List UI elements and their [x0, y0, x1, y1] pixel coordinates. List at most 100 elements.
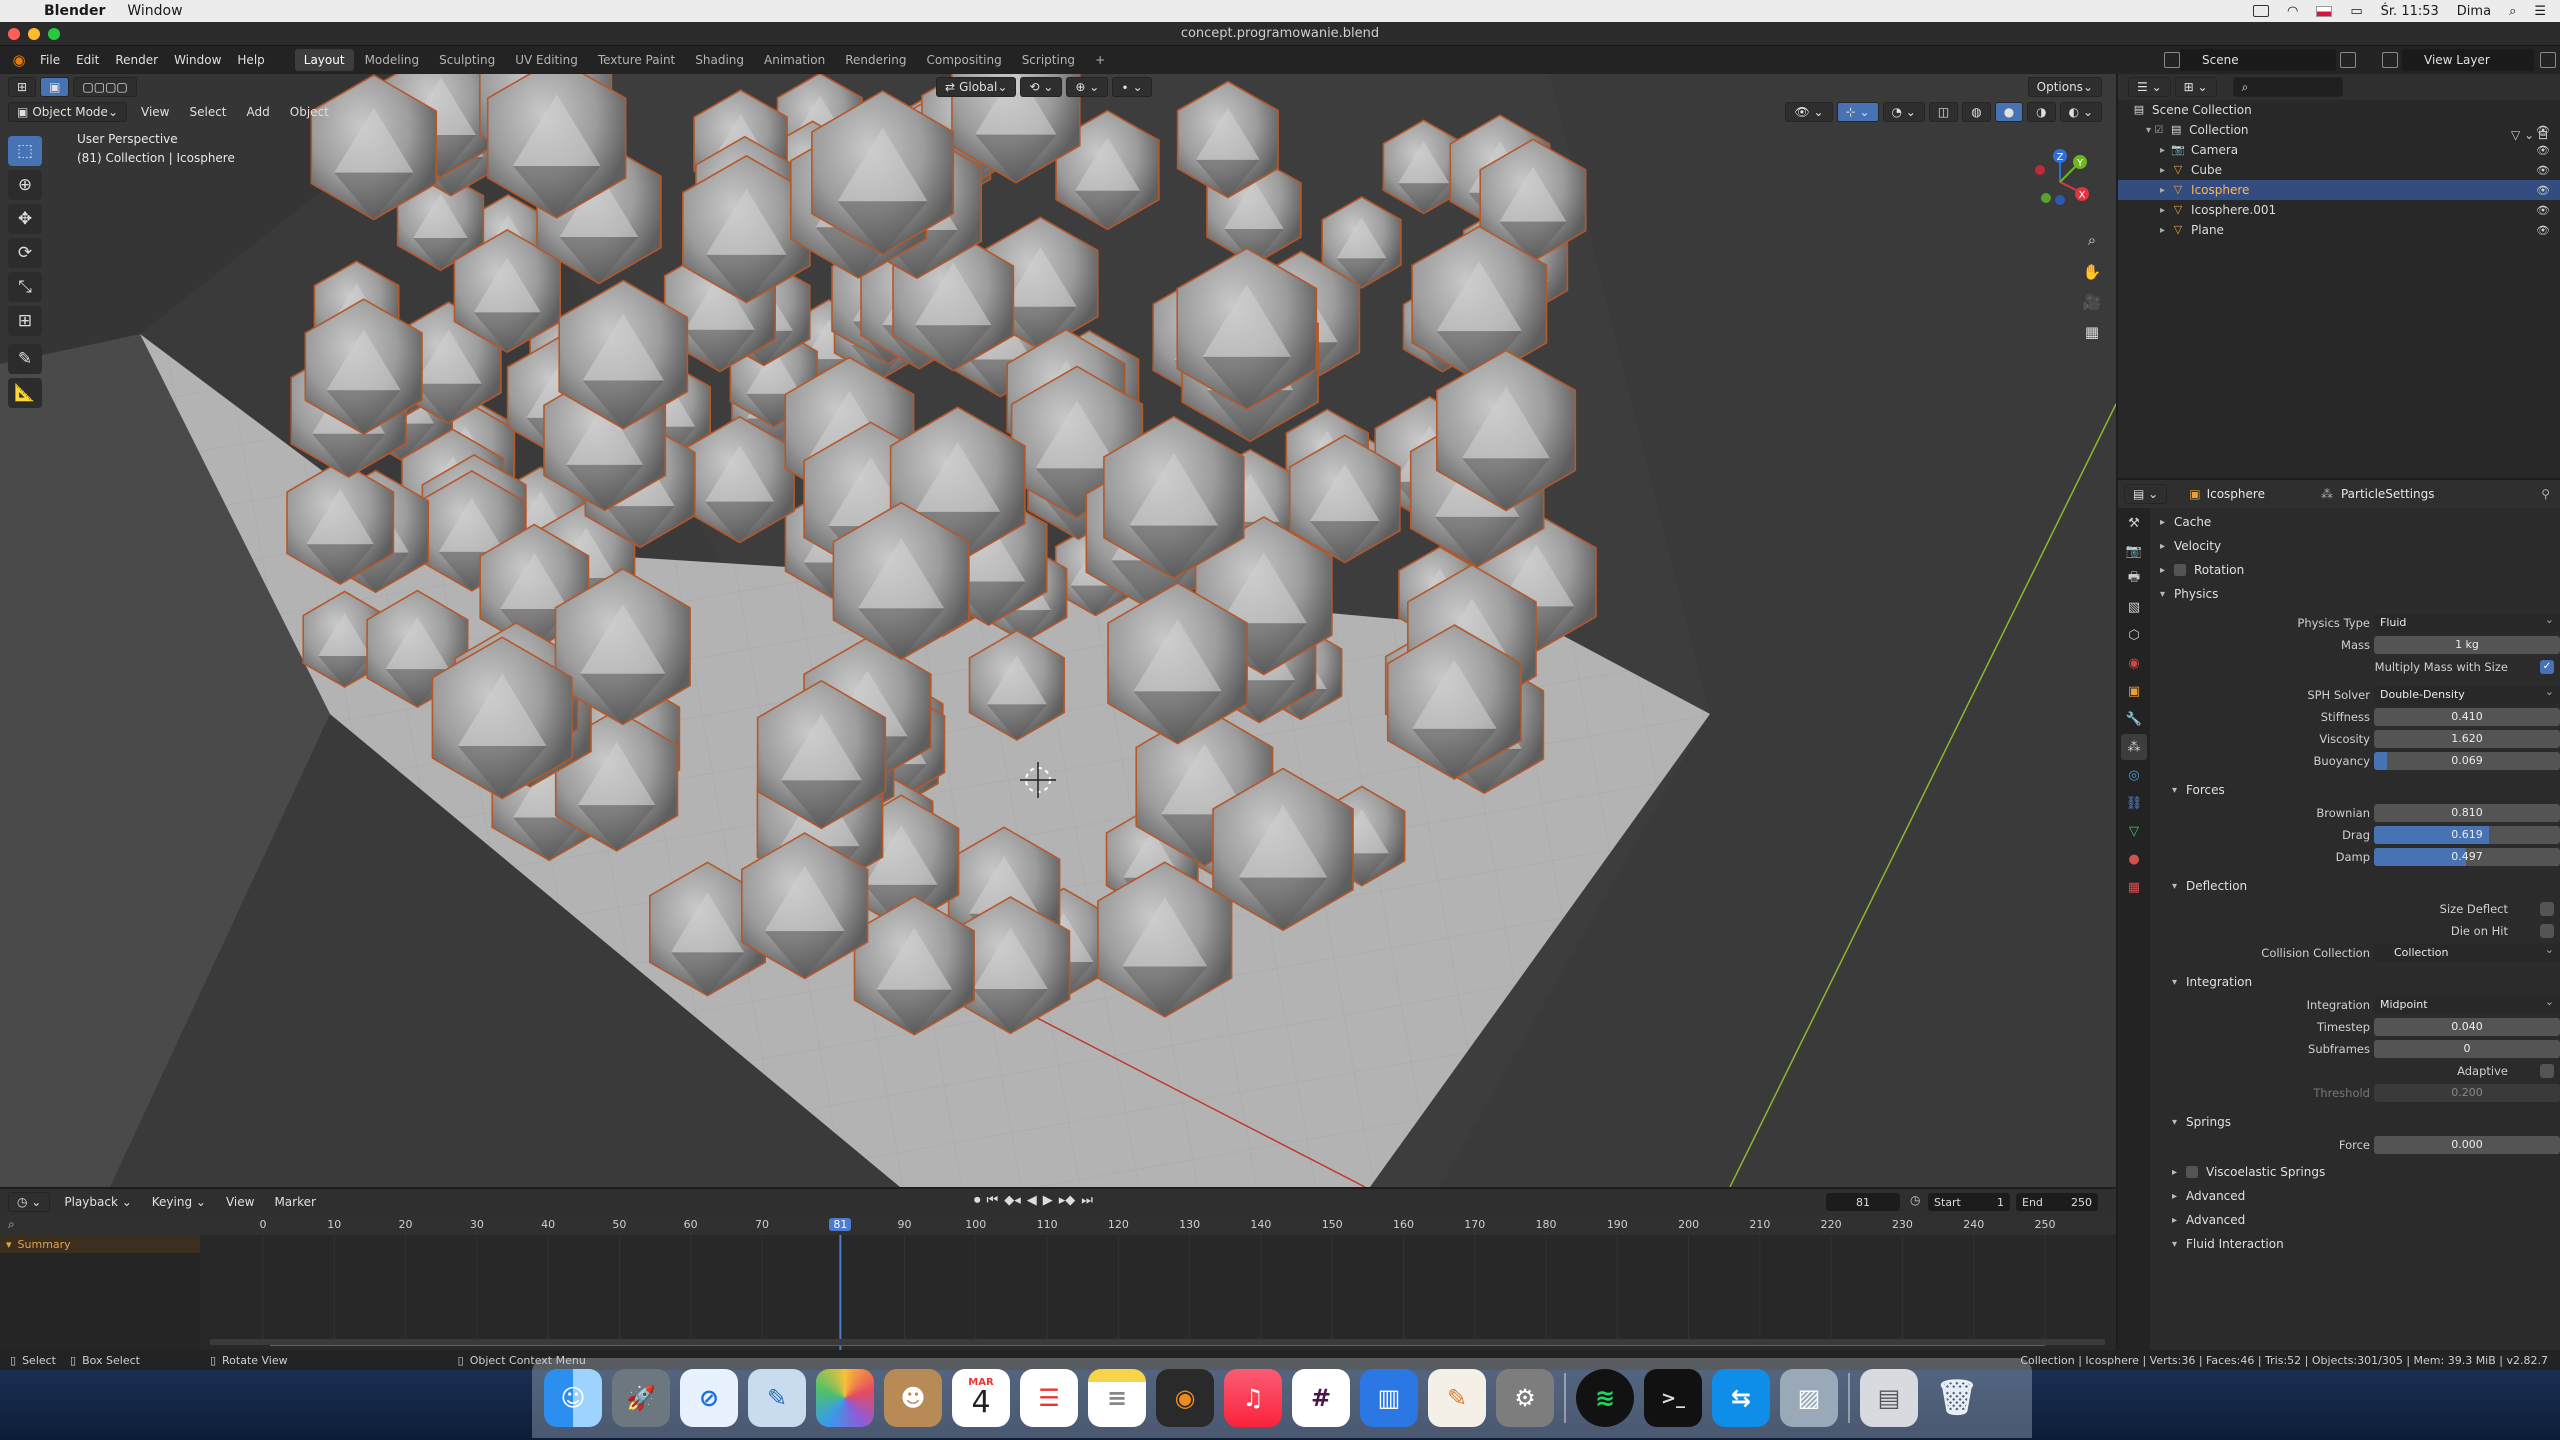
mode-dropdown[interactable]: ▣ Object Mode ⌄ — [8, 102, 127, 122]
pivot-dropdown[interactable]: ⟲ ⌄ — [1020, 77, 1063, 97]
rotate-tool-icon[interactable]: ⟳ — [8, 238, 42, 268]
menu-marker[interactable]: Marker — [274, 1195, 315, 1209]
numbers-icon[interactable]: ▥ — [1360, 1369, 1418, 1427]
overlay-toggle[interactable]: ◔ ⌄ — [1882, 102, 1925, 122]
3d-viewport[interactable]: ⊞ ▣ ▢▢▢▢ ⇄ Global ⌄ ⟲ ⌄ ⊕ ⌄ ∙ ⌄ Options … — [0, 74, 2116, 1187]
menu-help[interactable]: Help — [237, 53, 264, 67]
tab-rendering[interactable]: Rendering — [836, 49, 915, 71]
prev-keyframe-icon[interactable]: ◆◂ — [1004, 1193, 1021, 1208]
timeline-search-icon[interactable]: ⌕ — [8, 1217, 15, 1232]
launchpad-icon[interactable]: 🚀 — [612, 1369, 670, 1427]
notes-icon[interactable]: ≡ — [1088, 1369, 1146, 1427]
menu-view[interactable]: View — [141, 105, 169, 119]
system-preferences-icon[interactable]: ⚙ — [1496, 1369, 1554, 1427]
outliner-editor-type[interactable]: ☰ ⌄ — [2128, 77, 2171, 97]
new-scene-icon[interactable] — [2340, 52, 2356, 68]
scene-selector[interactable]: Scene — [2180, 49, 2336, 71]
select-mode-button[interactable]: ▣ — [40, 77, 70, 97]
selection-modes[interactable]: ▢▢▢▢ — [73, 77, 137, 97]
outliner-item-collection[interactable]: ▾ ☑ ▤ Collection 👁 — [2118, 120, 2560, 140]
output-tab-icon[interactable]: 🖶 — [2121, 566, 2147, 592]
input-language-icon[interactable] — [2316, 5, 2333, 17]
menu-render[interactable]: Render — [115, 53, 158, 67]
play-icon[interactable]: ▶ — [1043, 1193, 1053, 1208]
menu-timeline-view[interactable]: View — [226, 1195, 254, 1209]
section-deflection[interactable]: ▾ Deflection — [2150, 874, 2560, 898]
section-advanced-1[interactable]: ▸ Advanced — [2150, 1184, 2560, 1208]
slack-icon[interactable]: # — [1292, 1369, 1350, 1427]
timeline-body[interactable]: ▾ Summary — [0, 1235, 2116, 1350]
integration-dropdown[interactable]: Midpoint — [2374, 996, 2560, 1014]
adaptive-checkbox[interactable] — [2540, 1064, 2554, 1078]
jump-end-icon[interactable]: ⏭ — [1081, 1193, 1093, 1208]
expand-arrow-icon[interactable]: ▸ — [2160, 225, 2165, 236]
damp-slider[interactable]: 0.497 — [2374, 848, 2560, 866]
menu-object[interactable]: Object — [290, 105, 329, 119]
annotate-tool-icon[interactable]: ✎ — [8, 344, 42, 374]
measure-tool-icon[interactable]: 📐 — [8, 378, 42, 408]
section-rotation[interactable]: ▸ Rotation — [2150, 558, 2560, 582]
viscosity-field[interactable]: 1.620 — [2374, 730, 2560, 748]
orientation-dropdown[interactable]: ⇄ Global ⌄ — [936, 77, 1017, 97]
shading-rendered[interactable]: ◐ ⌄ — [2059, 102, 2102, 122]
options-dropdown[interactable]: Options ⌄ — [2027, 77, 2102, 97]
outliner-item-cube[interactable]: ▸ ▽ Cube 👁 — [2118, 160, 2560, 180]
end-frame-field[interactable]: End 250 — [2016, 1193, 2098, 1211]
contacts-icon[interactable]: ☻ — [884, 1369, 942, 1427]
reminders-icon[interactable]: ☰ — [1020, 1369, 1078, 1427]
particles-tab-icon[interactable]: ⁂ — [2121, 734, 2147, 760]
section-velocity[interactable]: ▸ Velocity — [2150, 534, 2560, 558]
editor-type-button[interactable]: ⊞ — [8, 77, 37, 97]
ortho-grid-icon[interactable]: ▦ — [2078, 318, 2106, 346]
pan-hand-icon[interactable]: ✋ — [2078, 258, 2106, 286]
music-icon[interactable]: ♫ — [1224, 1369, 1282, 1427]
finder-icon[interactable]: ☺ — [544, 1369, 602, 1427]
section-fluid-interaction[interactable]: ▾ Fluid Interaction — [2150, 1232, 2560, 1256]
snap-toggle[interactable]: ⊕ ⌄ — [1066, 77, 1109, 97]
terminal-icon[interactable]: >_ — [1644, 1369, 1702, 1427]
blender-logo-icon[interactable]: ◉ — [6, 47, 32, 73]
expand-arrow-icon[interactable]: ▸ — [2160, 205, 2165, 216]
expand-arrow-icon[interactable]: ▸ — [2160, 165, 2165, 176]
tab-shading[interactable]: Shading — [686, 49, 753, 71]
collision-collection-field[interactable]: Collection — [2374, 944, 2560, 962]
force-field[interactable]: 0.000 — [2374, 1136, 2560, 1154]
menu-window[interactable]: Window — [174, 53, 221, 67]
world-tab-icon[interactable]: ◉ — [2121, 650, 2147, 676]
tab-texture-paint[interactable]: Texture Paint — [589, 49, 684, 71]
navigation-gizmo[interactable]: Z X Y — [2020, 142, 2100, 222]
spotlight-icon[interactable]: ⌕ — [2509, 4, 2516, 19]
tab-modeling[interactable]: Modeling — [356, 49, 429, 71]
current-frame-field[interactable]: 81 — [1826, 1193, 1900, 1211]
spotify-icon[interactable]: ≋ — [1576, 1369, 1634, 1427]
timeline-scrollbar[interactable] — [210, 1339, 2105, 1345]
breadcrumb-object[interactable]: Icosphere — [2207, 487, 2265, 501]
visibility-eye-icon[interactable]: 👁 — [2536, 164, 2550, 177]
play-reverse-icon[interactable]: ◀ — [1027, 1193, 1037, 1208]
section-advanced-2[interactable]: ▸ Advanced — [2150, 1208, 2560, 1232]
mass-field[interactable]: 1 kg — [2374, 636, 2560, 654]
section-cache[interactable]: ▸ Cache — [2150, 510, 2560, 534]
mac-app-name[interactable]: Blender — [44, 3, 105, 19]
preview-icon[interactable]: ✎ — [748, 1369, 806, 1427]
scene-tab-icon[interactable]: ⬡ — [2121, 622, 2147, 648]
proportional-edit-toggle[interactable]: ∙ ⌄ — [1112, 77, 1152, 97]
scene-icon[interactable] — [2164, 52, 2180, 68]
menu-keying[interactable]: Keying ⌄ — [152, 1195, 206, 1209]
expand-arrow-icon[interactable]: ▸ — [2160, 145, 2165, 156]
outliner-scene-collection[interactable]: ▤ Scene Collection — [2118, 100, 2560, 120]
constraints-tab-icon[interactable]: ⛓ — [2121, 790, 2147, 816]
rotation-checkbox[interactable] — [2174, 564, 2186, 576]
section-springs[interactable]: ▾ Springs — [2150, 1110, 2560, 1134]
teamviewer-icon[interactable]: ⇆ — [1712, 1369, 1770, 1427]
stiffness-field[interactable]: 0.410 — [2374, 708, 2560, 726]
section-forces[interactable]: ▾ Forces — [2150, 778, 2560, 802]
menu-edit[interactable]: Edit — [76, 53, 99, 67]
shading-material[interactable]: ◑ — [2027, 102, 2056, 122]
mac-user[interactable]: Dima — [2457, 4, 2491, 19]
menu-file[interactable]: File — [40, 53, 60, 67]
tab-compositing[interactable]: Compositing — [917, 49, 1010, 71]
visibility-toggle[interactable]: 👁 ⌄ — [1785, 102, 1833, 122]
outliner-item-camera[interactable]: ▸ 📷 Camera 👁 — [2118, 140, 2560, 160]
shading-wireframe[interactable]: ◍ — [1962, 102, 1991, 122]
